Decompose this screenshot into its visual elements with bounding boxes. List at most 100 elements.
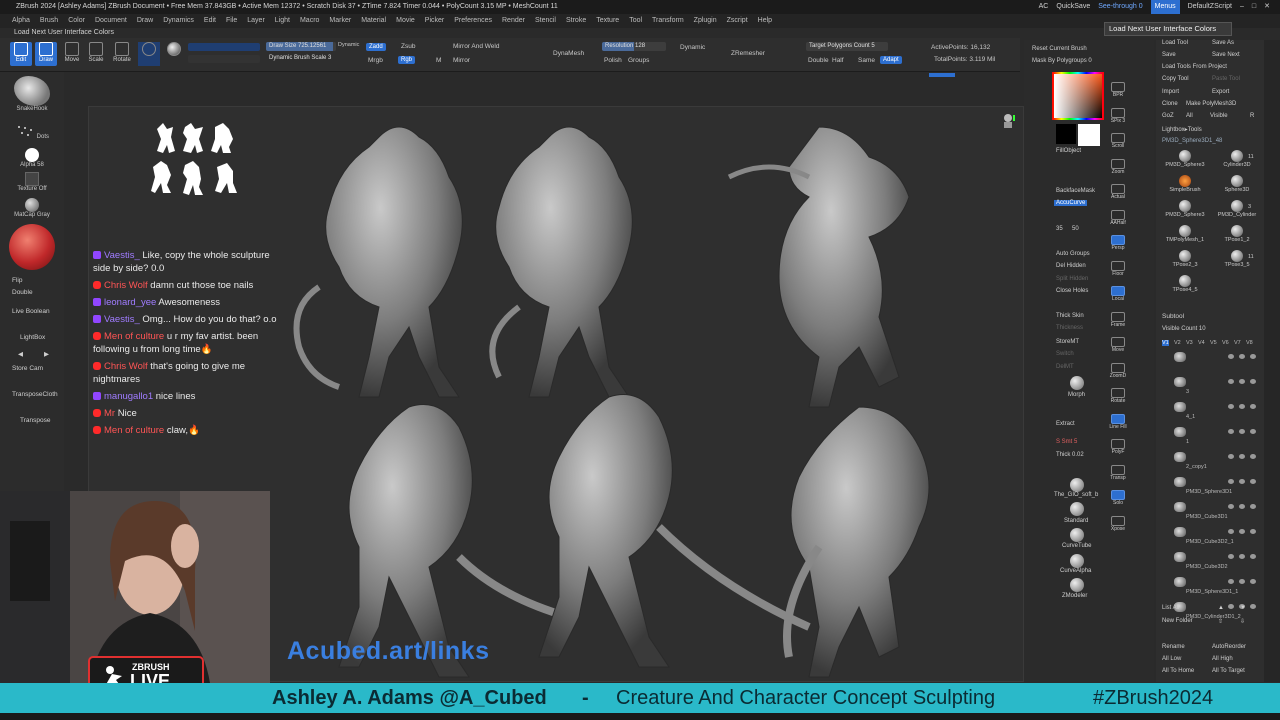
dynamic-toggle[interactable]: Dynamic	[338, 42, 359, 48]
clone-button[interactable]: Clone	[1162, 101, 1178, 107]
eye-icon[interactable]	[1250, 379, 1256, 384]
eye-icon[interactable]	[1228, 579, 1234, 584]
del-hidden-button[interactable]: Del Hidden	[1056, 263, 1086, 269]
s-smt-slider[interactable]: S Smt 5	[1056, 439, 1077, 445]
curve-alpha-button[interactable]: CurveAlpha	[1060, 568, 1091, 574]
m-button[interactable]: M	[436, 57, 441, 64]
subtool-tab[interactable]: V7	[1234, 340, 1241, 346]
gizmo-button[interactable]	[138, 42, 160, 66]
subtool-row[interactable]: PM3D_Sphere3D1	[1160, 477, 1260, 495]
tool-thumbnail[interactable]: Sphere3D	[1212, 175, 1262, 193]
subtool-visibility-icons[interactable]	[1228, 354, 1256, 359]
draw-size-slider[interactable]: Draw Size 725.12561	[266, 42, 336, 51]
nav-scroll-button[interactable]: Scroll	[1106, 133, 1130, 149]
menu-zplugin[interactable]: Zplugin	[694, 14, 717, 28]
nav-floor-button[interactable]: Floor	[1106, 260, 1130, 277]
list-all-button[interactable]: List All	[1162, 605, 1179, 611]
menu-help[interactable]: Help	[758, 14, 772, 28]
menu-material[interactable]: Material	[361, 14, 386, 28]
texture-selector[interactable]: Texture Off	[6, 172, 58, 192]
auto-groups-button[interactable]: Auto Groups	[1056, 251, 1090, 257]
adapt-button[interactable]: Adapt	[880, 56, 902, 64]
menu-preferences[interactable]: Preferences	[454, 14, 492, 28]
paste-tool-button[interactable]: Paste Tool	[1212, 76, 1240, 82]
polyframe-sphere-button[interactable]	[163, 42, 185, 66]
mrgb-button[interactable]: Mrgb	[368, 57, 383, 64]
nav-move-button[interactable]: Move	[1106, 337, 1130, 353]
eye-icon[interactable]	[1250, 354, 1256, 359]
target-polygons-slider[interactable]: Target Polygons Count 5	[806, 42, 888, 51]
nav-bpr-button[interactable]: BPR	[1106, 82, 1130, 98]
eye-icon[interactable]	[1239, 429, 1245, 434]
menu-zscript[interactable]: Zscript	[727, 14, 748, 28]
subtool-visibility-icons[interactable]	[1228, 429, 1256, 434]
tool-thumbnail[interactable]: TPose4_5	[1160, 275, 1210, 293]
rotate-button[interactable]: Rotate	[111, 42, 133, 66]
eye-icon[interactable]	[1239, 354, 1245, 359]
nav-transp-button[interactable]: Transp	[1106, 464, 1130, 481]
subtool-visibility-icons[interactable]	[1228, 554, 1256, 559]
tool-thumbnail[interactable]: TMPolyMesh_1	[1160, 225, 1210, 243]
mask-by-polygroups-slider[interactable]: Mask By Polygroups 0	[1032, 58, 1092, 64]
menu-dynamics[interactable]: Dynamics	[163, 14, 194, 28]
double-button[interactable]: Double	[808, 57, 829, 64]
subtool-row[interactable]: PM3D_Cube3D1	[1160, 502, 1260, 520]
fill-object-button[interactable]: FillObject	[1056, 148, 1081, 154]
menu-color[interactable]: Color	[68, 14, 85, 28]
store-cam-button[interactable]: Store Cam	[12, 365, 43, 372]
eye-icon[interactable]	[1250, 579, 1256, 584]
stroke-selector[interactable]: Dots	[6, 124, 58, 140]
menu-macro[interactable]: Macro	[300, 14, 319, 28]
nav-line-fill-button[interactable]: Line Fill	[1106, 413, 1130, 430]
main-color-swatch[interactable]	[1078, 124, 1100, 146]
transpose-button[interactable]: Transpose	[20, 417, 50, 424]
color-swatch[interactable]	[6, 224, 58, 270]
subtool-visibility-icons[interactable]	[1228, 404, 1256, 409]
live-boolean-button[interactable]: Live Boolean	[12, 308, 50, 315]
store-mt-button[interactable]: StoreMT	[1056, 339, 1079, 345]
subtool-visibility-icons[interactable]	[1228, 379, 1256, 384]
dynamic-dynamesh-toggle[interactable]: Dynamic	[680, 44, 705, 51]
split-hidden-button[interactable]: Split Hidden	[1056, 276, 1088, 282]
eye-icon[interactable]	[1239, 379, 1245, 384]
draw-button[interactable]: Draw	[35, 42, 57, 66]
eye-icon[interactable]	[1228, 354, 1234, 359]
new-folder-button[interactable]: New Folder	[1162, 618, 1193, 624]
nav-zoom-button[interactable]: Zoom	[1106, 158, 1130, 175]
current-tool-slider[interactable]: PM3D_Sphere3D1_48	[1162, 138, 1222, 144]
subtool-tab[interactable]: V3	[1186, 340, 1193, 346]
auto-reorder-button[interactable]: AutoReorder	[1212, 644, 1246, 650]
menu-picker[interactable]: Picker	[425, 14, 444, 28]
eye-icon[interactable]	[1239, 579, 1245, 584]
menu-stroke[interactable]: Stroke	[566, 14, 586, 28]
tool-thumbnail[interactable]: TPose2_3	[1160, 250, 1210, 268]
eye-icon[interactable]	[1228, 379, 1234, 384]
double-button-left[interactable]: Double	[12, 289, 33, 296]
subtool-tab[interactable]: V2	[1174, 340, 1181, 346]
eye-icon[interactable]	[1228, 604, 1234, 609]
nav-solo-button[interactable]: Solo	[1106, 490, 1130, 506]
save-button[interactable]: Save	[1162, 52, 1176, 58]
nav-zoomd-button[interactable]: ZoomD	[1106, 362, 1130, 379]
eye-icon[interactable]	[1250, 429, 1256, 434]
subtool-tab[interactable]: V8	[1246, 340, 1253, 346]
tool-thumbnail[interactable]: TPose3_5	[1212, 250, 1262, 268]
thickness-slider[interactable]: Thickness	[1056, 325, 1083, 331]
zsub-button[interactable]: Zsub	[401, 43, 415, 50]
eye-icon[interactable]	[1250, 504, 1256, 509]
eye-icon[interactable]	[1250, 404, 1256, 409]
menu-draw[interactable]: Draw	[137, 14, 153, 28]
menu-alpha[interactable]: Alpha	[12, 14, 30, 28]
backface-mask-button[interactable]: BackfaceMask	[1056, 188, 1095, 194]
brush-preset-label[interactable]: The_GIO_soft_b	[1054, 492, 1098, 498]
rename-button[interactable]: Rename	[1162, 644, 1185, 650]
flip-button[interactable]: Flip	[12, 277, 22, 284]
thick-slider[interactable]: Thick 0.02	[1056, 452, 1084, 458]
nav-persp-button[interactable]: Persp	[1106, 235, 1130, 251]
brush-selector[interactable]: SnakeHook	[6, 76, 58, 112]
subtool-row[interactable]	[1160, 352, 1260, 364]
tool-thumbnail[interactable]: TPose1_2	[1212, 225, 1262, 243]
morph-button[interactable]: Morph	[1068, 392, 1085, 398]
menu-stencil[interactable]: Stencil	[535, 14, 556, 28]
transpose-cloth-button[interactable]: TransposeCloth	[12, 391, 58, 398]
